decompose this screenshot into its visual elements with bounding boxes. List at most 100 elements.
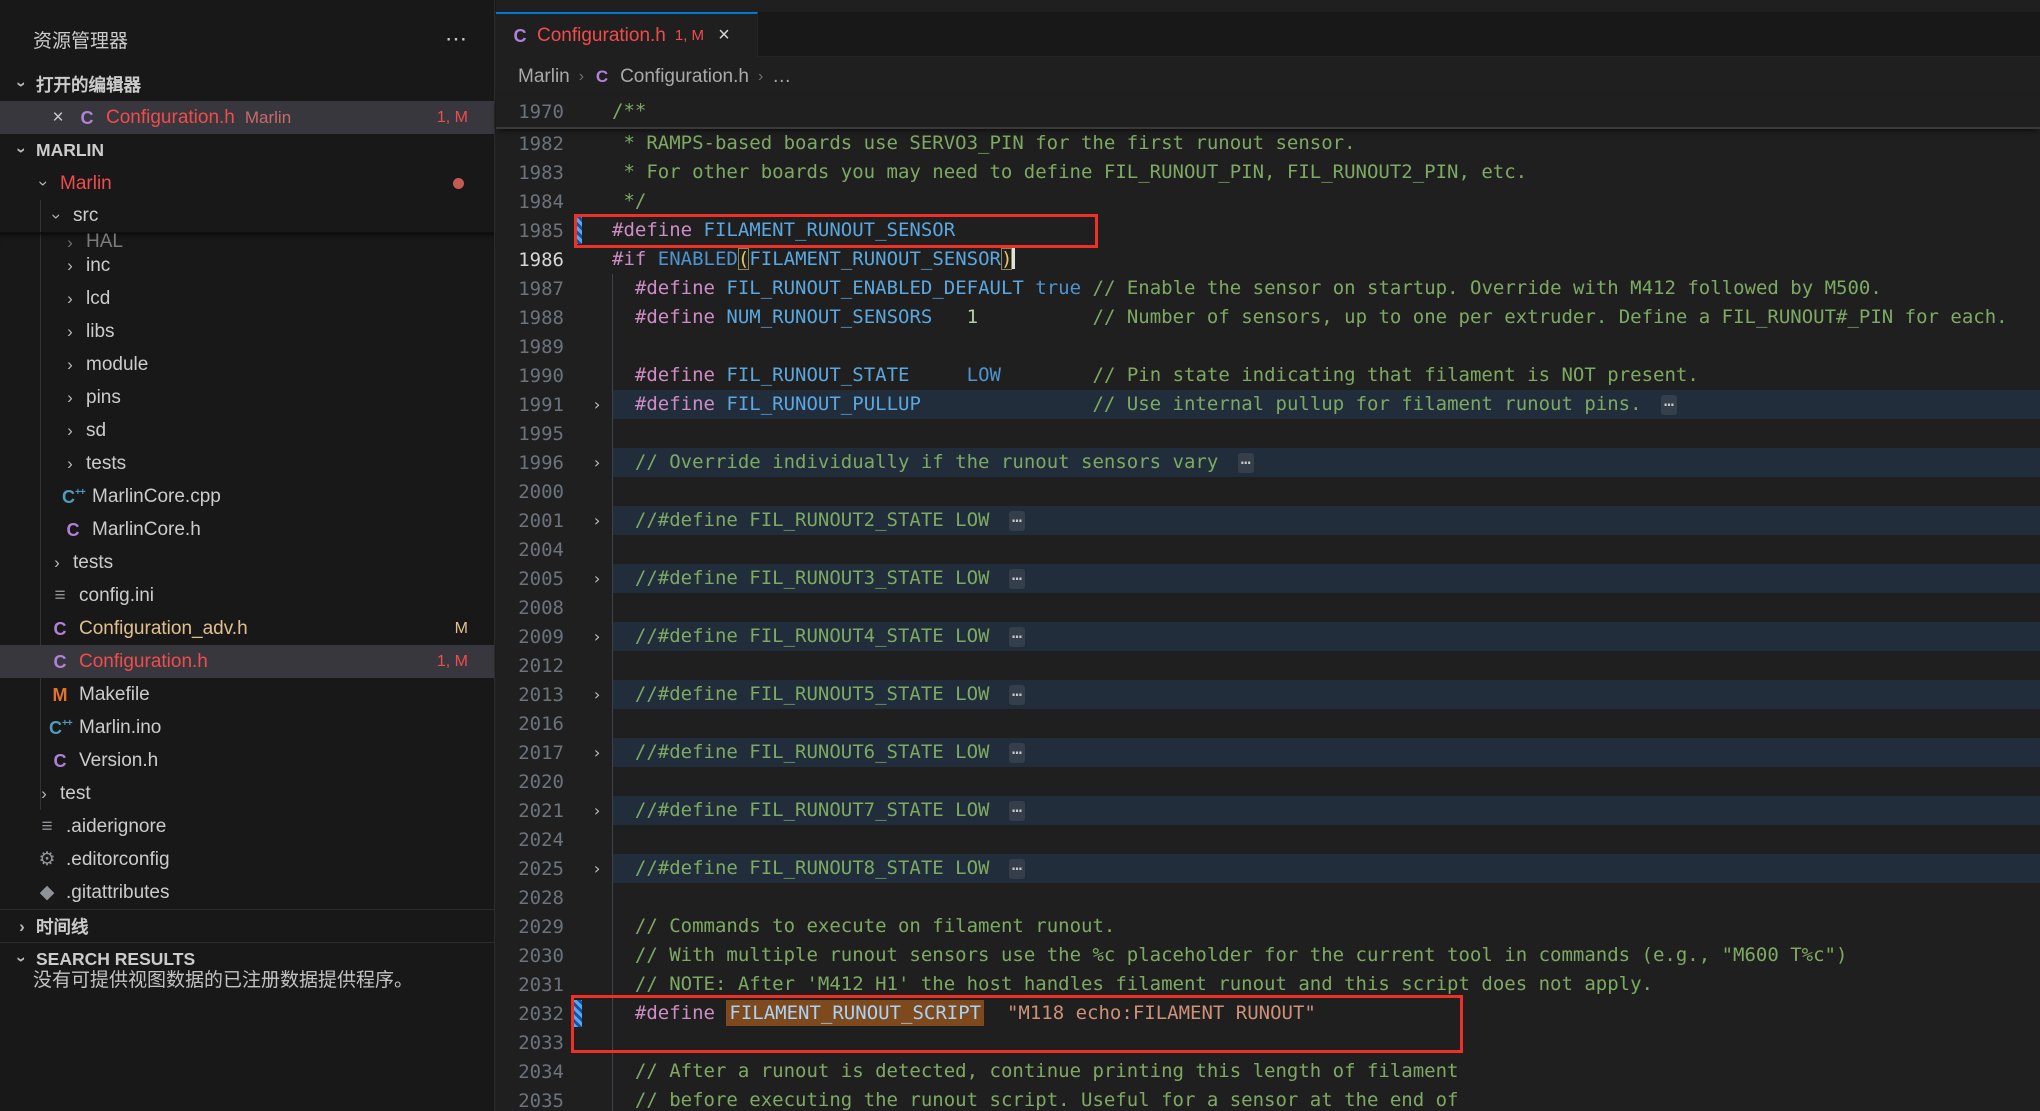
code-line-2032[interactable]: 2032 #define FILAMENT_RUNOUT_SCRIPT "M11… [496, 999, 2040, 1028]
line-number[interactable]: 2017 [496, 742, 564, 764]
code-line-text[interactable]: // Override individually if the runout s… [612, 448, 2040, 477]
fold-chevron-icon[interactable]: › [582, 395, 612, 414]
code-line-2029[interactable]: 2029 // Commands to execute on filament … [496, 912, 2040, 941]
line-number[interactable]: 1991 [496, 394, 564, 416]
code-line-text[interactable] [612, 332, 2040, 361]
code-line-2000[interactable]: 2000 [496, 477, 2040, 506]
line-number[interactable]: 2009 [496, 626, 564, 648]
code-line-text[interactable]: /** [612, 97, 2040, 126]
line-number[interactable]: 2001 [496, 510, 564, 532]
folded-ellipsis-icon[interactable]: ⋯ [1009, 801, 1025, 821]
code-line-2013[interactable]: 2013 › //#define FIL_RUNOUT5_STATE LOW ⋯ [496, 680, 2040, 709]
code-line-2020[interactable]: 2020 [496, 767, 2040, 796]
folded-ellipsis-icon[interactable]: ⋯ [1009, 511, 1025, 531]
tree-folder-tests[interactable]: ›tests [0, 546, 494, 579]
code-line-1996[interactable]: 1996 › // Override individually if the ru… [496, 448, 2040, 477]
line-number[interactable]: 1989 [496, 336, 564, 358]
folded-ellipsis-icon[interactable]: ⋯ [1009, 627, 1025, 647]
code-line-1989[interactable]: 1989 [496, 332, 2040, 361]
line-number[interactable]: 1996 [496, 452, 564, 474]
code-line-text[interactable]: * RAMPS-based boards use SERVO3_PIN for … [612, 129, 2040, 158]
fold-chevron-icon[interactable]: › [582, 569, 612, 588]
tree-folder-tests[interactable]: ›tests [0, 447, 494, 480]
line-number[interactable]: 1983 [496, 162, 564, 184]
tree-file-.editorconfig[interactable]: ⚙.editorconfig [0, 843, 494, 876]
folded-ellipsis-icon[interactable]: ⋯ [1009, 569, 1025, 589]
code-line-2030[interactable]: 2030 // With multiple runout sensors use… [496, 941, 2040, 970]
line-number[interactable]: 2012 [496, 655, 564, 677]
code-line-text[interactable]: #define FIL_RUNOUT_STATE LOW // Pin stat… [612, 361, 2040, 390]
code-line-text[interactable] [612, 477, 2040, 506]
code-line-1990[interactable]: 1990 #define FIL_RUNOUT_STATE LOW // Pin… [496, 361, 2040, 390]
code-line-text[interactable] [612, 535, 2040, 564]
code-line-2024[interactable]: 2024 [496, 825, 2040, 854]
line-number[interactable]: 1988 [496, 307, 564, 329]
code-line-text[interactable]: // With multiple runout sensors use the … [612, 941, 2040, 970]
code-line-text[interactable]: #if ENABLED(FILAMENT_RUNOUT_SENSOR) [612, 245, 2040, 274]
line-number[interactable]: 1987 [496, 278, 564, 300]
line-number[interactable]: 2005 [496, 568, 564, 590]
code-line-text[interactable] [612, 825, 2040, 854]
timeline-section-header[interactable]: › 时间线 [0, 909, 494, 942]
code-line-text[interactable]: // After a runout is detected, continue … [612, 1057, 2040, 1086]
tree-folder-lcd[interactable]: ›lcd [0, 282, 494, 315]
tree-file-Configuration.h[interactable]: CConfiguration.h1, M [0, 645, 494, 678]
code-line-2012[interactable]: 2012 [496, 651, 2040, 680]
close-icon[interactable]: × [48, 107, 68, 129]
code-line-text[interactable]: //#define FIL_RUNOUT2_STATE LOW ⋯ [612, 506, 2040, 535]
code-line-text[interactable]: * For other boards you may need to defin… [612, 158, 2040, 187]
open-editors-header[interactable]: › 打开的编辑器 [0, 68, 494, 101]
code-line-text[interactable]: //#define FIL_RUNOUT3_STATE LOW ⋯ [612, 564, 2040, 593]
line-number[interactable]: 2013 [496, 684, 564, 706]
tree-file-config.ini[interactable]: ≡config.ini [0, 579, 494, 612]
line-number[interactable]: 2024 [496, 829, 564, 851]
code-line-text[interactable]: #define FIL_RUNOUT_ENABLED_DEFAULT true … [612, 274, 2040, 303]
tree-folder-module[interactable]: ›module [0, 348, 494, 381]
code-line-2016[interactable]: 2016 [496, 709, 2040, 738]
fold-chevron-icon[interactable]: › [582, 801, 612, 820]
tree-folder-inc[interactable]: ›inc [0, 249, 494, 282]
line-number[interactable]: 1995 [496, 423, 564, 445]
code-line-text[interactable]: // before executing the runout script. U… [612, 1086, 2040, 1111]
tree-file-Makefile[interactable]: MMakefile [0, 678, 494, 711]
line-number[interactable]: 2021 [496, 800, 564, 822]
line-number[interactable]: 1985 [496, 220, 564, 242]
folded-ellipsis-icon[interactable]: ⋯ [1661, 395, 1677, 415]
code-line-text[interactable]: //#define FIL_RUNOUT5_STATE LOW ⋯ [612, 680, 2040, 709]
tree-folder-sd[interactable]: ›sd [0, 414, 494, 447]
code-line-1986[interactable]: 1986#if ENABLED(FILAMENT_RUNOUT_SENSOR) [496, 245, 2040, 274]
code-line-2005[interactable]: 2005 › //#define FIL_RUNOUT3_STATE LOW ⋯ [496, 564, 2040, 593]
code-line-2001[interactable]: 2001› //#define FIL_RUNOUT2_STATE LOW ⋯ [496, 506, 2040, 535]
line-number[interactable]: 1970 [496, 101, 564, 123]
line-number[interactable]: 1990 [496, 365, 564, 387]
code-line-text[interactable] [612, 709, 2040, 738]
line-number[interactable]: 2030 [496, 945, 564, 967]
tab-configuration-h[interactable]: C Configuration.h 1, M × [496, 12, 758, 57]
breadcrumb-folder[interactable]: Marlin [518, 66, 570, 88]
code-line-1988[interactable]: 1988 #define NUM_RUNOUT_SENSORS 1 // Num… [496, 303, 2040, 332]
code-line-text[interactable]: #define FIL_RUNOUT_PULLUP // Use interna… [612, 390, 2040, 419]
fold-chevron-icon[interactable]: › [582, 743, 612, 762]
tree-file-Configuration_adv.h[interactable]: CConfiguration_adv.hM [0, 612, 494, 645]
tree-folder-libs[interactable]: ›libs [0, 315, 494, 348]
code-line-text[interactable]: // Commands to execute on filament runou… [612, 912, 2040, 941]
code-line-text[interactable]: //#define FIL_RUNOUT6_STATE LOW ⋯ [612, 738, 2040, 767]
code-line-2017[interactable]: 2017 › //#define FIL_RUNOUT6_STATE LOW ⋯ [496, 738, 2040, 767]
tree-file-.gitattributes[interactable]: ◆.gitattributes [0, 876, 494, 909]
folded-ellipsis-icon[interactable]: ⋯ [1009, 859, 1025, 879]
code-line-1982[interactable]: 1982 * RAMPS-based boards use SERVO3_PIN… [496, 129, 2040, 158]
fold-chevron-icon[interactable]: › [582, 627, 612, 646]
line-number[interactable]: 2034 [496, 1061, 564, 1083]
line-number[interactable]: 2000 [496, 481, 564, 503]
fold-chevron-icon[interactable]: › [582, 685, 612, 704]
tree-file-MarlinCore.h[interactable]: CMarlinCore.h [0, 513, 494, 546]
code-line-2031[interactable]: 2031 // NOTE: After 'M412 H1' the host h… [496, 970, 2040, 999]
fold-chevron-icon[interactable]: › [582, 453, 612, 472]
line-number[interactable]: 2020 [496, 771, 564, 793]
code-line-2008[interactable]: 2008 [496, 593, 2040, 622]
line-number[interactable]: 2008 [496, 597, 564, 619]
code-line-text[interactable]: //#define FIL_RUNOUT7_STATE LOW ⋯ [612, 796, 2040, 825]
code-line-text[interactable] [612, 1028, 2040, 1057]
line-number[interactable]: 2035 [496, 1090, 564, 1111]
breadcrumb-symbol-ellipsis[interactable]: … [772, 66, 791, 88]
